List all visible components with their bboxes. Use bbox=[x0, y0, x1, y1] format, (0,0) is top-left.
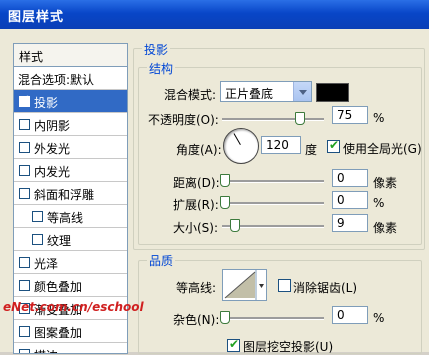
sidebar-item-checkbox[interactable]: ✔ bbox=[19, 94, 30, 107]
distance-input[interactable]: 0 bbox=[332, 169, 368, 187]
angle-unit: 度 bbox=[305, 143, 318, 157]
sidebar-item-label: 描边 bbox=[34, 347, 58, 353]
size-input[interactable]: 9 bbox=[332, 214, 368, 232]
distance-unit: 像素 bbox=[373, 176, 398, 190]
checkmark-icon: ✔ bbox=[329, 138, 340, 152]
sidebar-item-label: 光泽 bbox=[34, 257, 59, 271]
sidebar-item-label: 内发光 bbox=[34, 165, 71, 179]
chevron-down-icon[interactable] bbox=[293, 82, 311, 101]
sidebar-item-label: 混合选项:默认 bbox=[18, 73, 95, 87]
distance-slider-track[interactable] bbox=[222, 180, 324, 183]
window-title: 图层样式 bbox=[8, 10, 65, 25]
angle-label: 角度(A): bbox=[176, 143, 222, 157]
size-label: 大小(S): bbox=[173, 221, 219, 235]
angle-dial-hand bbox=[233, 133, 241, 145]
blend-mode-value: 正片叠底 bbox=[225, 87, 274, 101]
sidebar-item[interactable]: 斜面和浮雕 bbox=[14, 182, 127, 205]
sidebar-item-label: 等高线 bbox=[47, 211, 84, 225]
sidebar-item-checkbox[interactable] bbox=[19, 165, 30, 176]
styles-header[interactable]: 样式 bbox=[14, 44, 127, 67]
noise-value: 0 bbox=[337, 308, 345, 322]
knockout-label[interactable]: 图层挖空投影(U) bbox=[243, 338, 333, 355]
spread-slider-track[interactable] bbox=[222, 202, 324, 205]
contour-picker[interactable] bbox=[222, 269, 267, 301]
sidebar-item-label: 颜色叠加 bbox=[34, 280, 83, 294]
global-light-checkbox[interactable]: ✔ bbox=[327, 138, 340, 153]
opacity-input[interactable]: 75 bbox=[332, 106, 368, 124]
watermark: eNet.com.cn/eschool bbox=[3, 300, 144, 314]
contour-preview-icon bbox=[224, 270, 264, 300]
sidebar-item-checkbox[interactable] bbox=[32, 234, 43, 245]
sidebar-item-label: 斜面和浮雕 bbox=[34, 188, 95, 202]
noise-slider-thumb[interactable] bbox=[220, 311, 230, 324]
noise-unit: % bbox=[373, 311, 385, 325]
size-unit: 像素 bbox=[373, 221, 398, 235]
opacity-unit: % bbox=[373, 111, 385, 125]
sidebar-item-label: 投影 bbox=[34, 96, 59, 110]
angle-dial[interactable] bbox=[223, 128, 259, 164]
sidebar-item-checkbox[interactable] bbox=[19, 280, 30, 291]
sidebar-item-checkbox[interactable] bbox=[32, 211, 43, 222]
spread-value: 0 bbox=[337, 193, 345, 207]
angle-input[interactable]: 120 bbox=[261, 136, 301, 154]
blend-mode-label: 混合模式: bbox=[164, 88, 217, 102]
sidebar-item[interactable]: 内发光 bbox=[14, 159, 127, 182]
checkmark-icon: ✔ bbox=[21, 94, 30, 105]
noise-label: 杂色(N): bbox=[173, 313, 220, 327]
sidebar-item[interactable]: ✔ 投影 bbox=[14, 90, 127, 113]
spread-unit: % bbox=[373, 196, 385, 210]
opacity-slider-track[interactable] bbox=[222, 118, 324, 121]
sidebar-item[interactable]: 纹理 bbox=[14, 228, 127, 251]
distance-label: 距离(D): bbox=[173, 176, 220, 190]
quality-title: 品质 bbox=[147, 252, 176, 269]
angle-value: 120 bbox=[266, 138, 289, 152]
sidebar-item-checkbox[interactable] bbox=[19, 257, 30, 268]
spread-label: 扩展(R): bbox=[173, 198, 219, 212]
antialias-checkbox[interactable] bbox=[278, 279, 291, 292]
structure-title: 结构 bbox=[147, 60, 176, 77]
contour-label: 等高线: bbox=[176, 281, 217, 295]
blend-mode-select[interactable]: 正片叠底 bbox=[220, 81, 312, 102]
checkmark-icon: ✔ bbox=[229, 337, 240, 351]
sidebar-item[interactable]: 光泽 bbox=[14, 251, 127, 274]
sidebar-item-checkbox[interactable] bbox=[19, 188, 30, 199]
distance-slider-thumb[interactable] bbox=[220, 174, 230, 187]
sidebar-item[interactable]: 混合选项:默认 bbox=[14, 67, 127, 90]
opacity-slider-thumb[interactable] bbox=[294, 112, 305, 125]
sidebar-item[interactable]: 描边 bbox=[14, 343, 127, 353]
size-slider-thumb[interactable] bbox=[230, 219, 240, 232]
antialias-label[interactable]: 消除锯齿(L) bbox=[293, 279, 357, 296]
styles-header-label: 样式 bbox=[19, 50, 44, 64]
sidebar-item-checkbox[interactable] bbox=[19, 326, 30, 337]
distance-value: 0 bbox=[337, 171, 345, 185]
sidebar-item-checkbox[interactable] bbox=[19, 119, 30, 130]
title-bar[interactable]: 图层样式 bbox=[0, 0, 429, 29]
global-light-label[interactable]: 使用全局光(G) bbox=[343, 140, 422, 157]
section-title: 投影 bbox=[142, 41, 171, 58]
sidebar-item-label: 外发光 bbox=[34, 142, 71, 156]
sidebar-item[interactable]: 颜色叠加 bbox=[14, 274, 127, 297]
sidebar-item-label: 内阴影 bbox=[34, 119, 71, 133]
knockout-checkbox[interactable]: ✔ bbox=[227, 337, 240, 352]
noise-slider-track[interactable] bbox=[222, 317, 324, 320]
opacity-label: 不透明度(O): bbox=[148, 113, 219, 127]
sidebar-item[interactable]: 等高线 bbox=[14, 205, 127, 228]
sidebar-item-label: 纹理 bbox=[47, 234, 72, 248]
spread-slider-thumb[interactable] bbox=[220, 196, 230, 209]
shadow-color-swatch[interactable] bbox=[316, 83, 349, 102]
spread-input[interactable]: 0 bbox=[332, 191, 368, 209]
sidebar-item[interactable]: 外发光 bbox=[14, 136, 127, 159]
noise-input[interactable]: 0 bbox=[332, 306, 368, 324]
sidebar-item[interactable]: 内阴影 bbox=[14, 113, 127, 136]
opacity-value: 75 bbox=[337, 108, 353, 122]
layer-style-dialog: 图层样式 样式 混合选项:默认 ✔ 投影内阴影外发光内发光斜面和浮雕等高线纹理光泽颜… bbox=[0, 0, 429, 355]
size-value: 9 bbox=[337, 216, 345, 230]
sidebar-item[interactable]: 图案叠加 bbox=[14, 320, 127, 343]
sidebar-item-checkbox[interactable] bbox=[19, 142, 30, 153]
sidebar-item-label: 图案叠加 bbox=[34, 326, 83, 340]
